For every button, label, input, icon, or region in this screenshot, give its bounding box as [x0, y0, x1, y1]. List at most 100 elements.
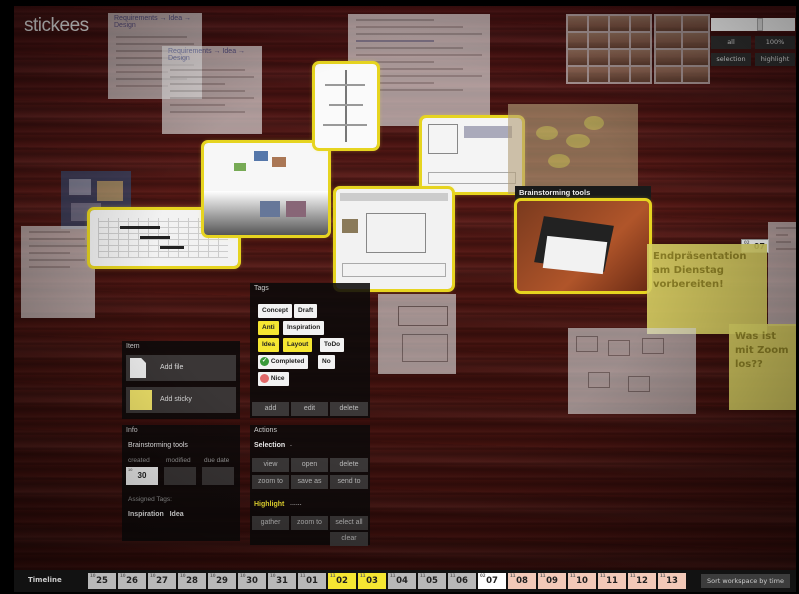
tag-anti[interactable]: Anti	[258, 321, 279, 335]
timeline-label: Timeline	[28, 576, 62, 584]
timeline-day[interactable]: 11 01	[298, 573, 326, 589]
timeline-day[interactable]: 11 10	[568, 573, 596, 589]
timeline-day[interactable]: 11 02	[328, 573, 356, 589]
clear-button[interactable]: clear	[330, 532, 368, 546]
tag-todo[interactable]: ToDo	[320, 338, 345, 352]
photo-brainstorming-tools[interactable]	[514, 198, 652, 294]
info-created-month: 10	[128, 467, 133, 472]
zoom-selection-button[interactable]: selection	[711, 53, 751, 66]
document-right-edge[interactable]	[768, 222, 796, 326]
gather-button[interactable]: gather	[252, 516, 289, 530]
timeline-day[interactable]: 10 29	[208, 573, 236, 589]
info-modified-date	[164, 467, 196, 485]
tag-completed-label: Completed	[270, 358, 305, 365]
photo-collage-2[interactable]	[654, 14, 710, 84]
timeline-day-number: 03	[366, 576, 378, 586]
tag-draft[interactable]: Draft	[294, 304, 318, 318]
timeline-day[interactable]: 10 25	[88, 573, 116, 589]
heart-icon	[260, 373, 269, 383]
timeline-day[interactable]: 11 03	[358, 573, 386, 589]
timeline-day[interactable]: 11 13	[658, 573, 686, 589]
sticky-note-1[interactable]: Endpräsentation am Dienstag vorbereiten!	[647, 244, 767, 334]
document-wireframe[interactable]	[333, 186, 455, 292]
zoom-slider[interactable]	[711, 18, 795, 31]
tag-add-button[interactable]: add	[252, 402, 289, 416]
assigned-tags-label: Assigned Tags:	[128, 496, 172, 503]
document-3d-layout[interactable]	[201, 140, 331, 238]
timeline-day[interactable]: 11 09	[538, 573, 566, 589]
timeline-day[interactable]: 10 27	[148, 573, 176, 589]
actions-panel: Actions Selection . view open delete zoo…	[250, 425, 370, 546]
sticky-note-2[interactable]: Was ist mit Zoom los??	[729, 324, 796, 410]
document-table[interactable]	[378, 294, 456, 374]
timeline-day[interactable]: 10 31	[268, 573, 296, 589]
timeline-day[interactable]: 11 06	[448, 573, 476, 589]
select-all-button[interactable]: select all	[330, 516, 368, 530]
document-text-left[interactable]	[21, 226, 95, 318]
add-sticky-label: Add sticky	[160, 396, 192, 403]
media-title-bar: Brainstorming tools	[515, 186, 651, 200]
tag-no[interactable]: No	[318, 355, 335, 369]
send-to-button[interactable]: send to	[330, 475, 368, 489]
open-button[interactable]: open	[291, 458, 328, 472]
highlight-zoom-to-button[interactable]: zoom to	[291, 516, 328, 530]
timeline-day-number: 01	[306, 576, 318, 586]
delete-button[interactable]: delete	[330, 458, 368, 472]
tag-delete-button[interactable]: delete	[330, 402, 368, 416]
tags-panel-title: Tags	[254, 285, 269, 292]
save-as-button[interactable]: save as	[291, 475, 328, 489]
zoom-slider-handle[interactable]	[757, 18, 763, 31]
timeline-day[interactable]: 11 04	[388, 573, 416, 589]
info-item-name: Brainstorming tools	[128, 442, 188, 449]
zoom-highlight-button[interactable]: highlight	[755, 53, 795, 66]
tags-panel: Tags Concept Draft Anti Inspiration Idea…	[250, 283, 370, 418]
actions-panel-title: Actions	[254, 427, 277, 434]
view-button[interactable]: view	[252, 458, 289, 472]
zoom-to-button[interactable]: zoom to	[252, 475, 289, 489]
photo-sticky-notes[interactable]	[508, 104, 638, 194]
timeline-day-month: 10	[240, 573, 246, 578]
tag-inspiration[interactable]: Inspiration	[283, 321, 325, 335]
tag-nice[interactable]: Nice	[258, 372, 289, 386]
timeline-day-number: 26	[126, 576, 138, 586]
tag-layout[interactable]: Layout	[283, 338, 313, 352]
document-mindmap[interactable]	[312, 61, 380, 151]
timeline-day[interactable]: 11 11	[598, 573, 626, 589]
timeline-day[interactable]: 10 26	[118, 573, 146, 589]
tag-completed[interactable]: ✓ Completed	[258, 355, 309, 369]
timeline-day-month: 02	[480, 573, 486, 578]
timeline-day[interactable]: 11 08	[508, 573, 536, 589]
tag-concept[interactable]: Concept	[258, 304, 292, 318]
add-file-button[interactable]: Add file	[126, 355, 236, 381]
timeline-day[interactable]: 10 28	[178, 573, 206, 589]
timeline-day-month: 11	[540, 573, 546, 578]
document-requirements-2[interactable]: Requirements → Idea → Design	[162, 46, 262, 134]
timeline-day-number: 04	[396, 576, 408, 586]
document-wireframe-2[interactable]	[568, 328, 696, 414]
file-icon	[130, 358, 146, 378]
workspace-canvas[interactable]: stickees Requirements → Idea → Design Re…	[14, 6, 796, 570]
timeline-day[interactable]: 11 12	[628, 573, 656, 589]
app-logo: stickees	[24, 15, 89, 36]
timeline-bar: Timeline 10 25 10 26 10 27 10 28 10 29 10 30 10 31 11 0…	[14, 570, 796, 592]
info-created-label: created	[128, 457, 150, 464]
info-due-date[interactable]	[202, 467, 234, 485]
info-created-day: 30	[137, 471, 147, 480]
photo-collage-1[interactable]	[566, 14, 652, 84]
timeline-day-month: 10	[210, 573, 216, 578]
add-sticky-button[interactable]: Add sticky	[126, 387, 236, 413]
highlight-label: Highlight	[254, 501, 285, 508]
timeline-day-number: 28	[186, 576, 198, 586]
zoom-percent-button[interactable]: 100%	[755, 36, 795, 49]
sort-by-time-button[interactable]: Sort workspace by time	[701, 574, 790, 588]
timeline-day[interactable]: 02 07	[478, 573, 506, 589]
timeline-day-number: 11	[606, 576, 618, 586]
check-icon: ✓	[260, 356, 269, 366]
document-ui-mockup[interactable]	[419, 115, 525, 195]
timeline-day[interactable]: 11 05	[418, 573, 446, 589]
tag-idea[interactable]: Idea	[258, 338, 280, 352]
tag-edit-button[interactable]: edit	[291, 402, 328, 416]
zoom-all-button[interactable]: all	[711, 36, 751, 49]
item-panel-title: Item	[126, 343, 140, 350]
timeline-day[interactable]: 10 30	[238, 573, 266, 589]
